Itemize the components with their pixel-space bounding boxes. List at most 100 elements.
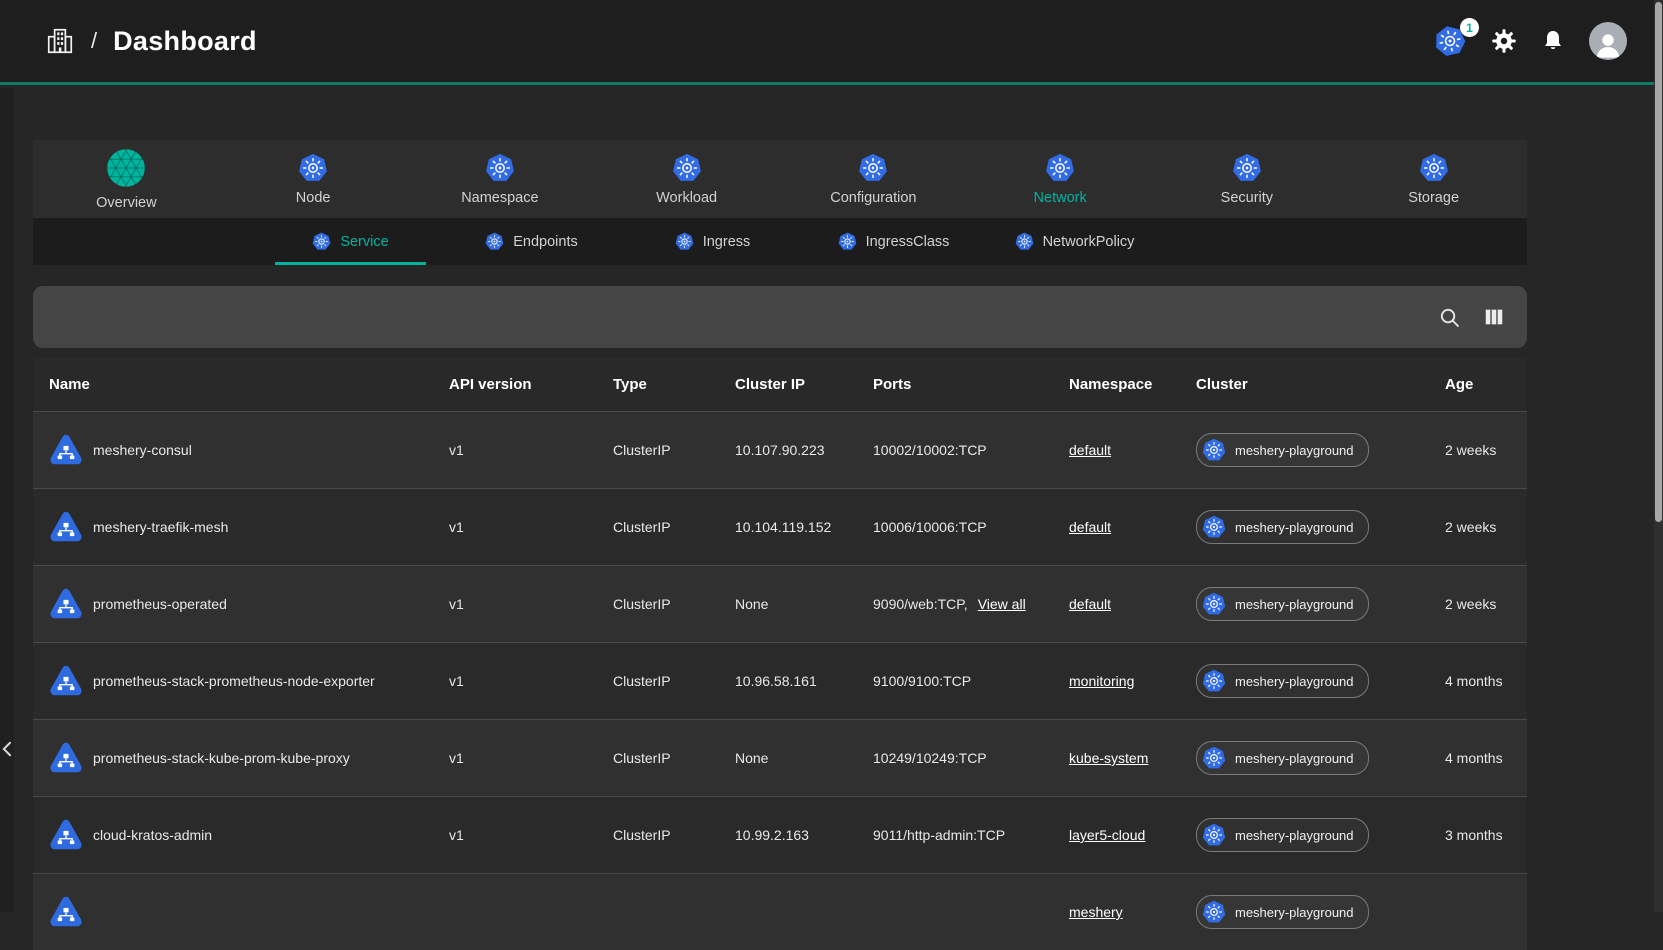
namespace-link[interactable]: monitoring	[1069, 673, 1134, 689]
namespace-link[interactable]: default	[1069, 442, 1111, 458]
tab-security[interactable]: Security	[1154, 140, 1341, 218]
table-row[interactable]: prometheus-operated v1 ClusterIP None 90…	[33, 565, 1527, 642]
cluster-chip[interactable]: meshery-playground	[1196, 818, 1369, 852]
kubernetes-context-icon[interactable]: 1	[1433, 24, 1467, 58]
gear-icon[interactable]	[1491, 28, 1517, 54]
ports-cell: 10002/10002:TCP	[857, 442, 1053, 458]
kubernetes-icon	[1045, 153, 1075, 183]
api-version-cell: v1	[433, 442, 597, 458]
age-cell: 2 weeks	[1429, 596, 1527, 612]
kubernetes-icon	[1202, 823, 1226, 847]
service-name: meshery-consul	[93, 442, 192, 458]
service-icon	[49, 510, 83, 544]
service-name: prometheus-stack-prometheus-node-exporte…	[93, 673, 375, 689]
kubernetes-icon	[1202, 900, 1226, 924]
chevron-left-icon[interactable]	[0, 736, 18, 762]
subtab-endpoints[interactable]: Endpoints	[441, 218, 622, 265]
subtab-label: Endpoints	[513, 234, 578, 250]
tab-label: Security	[1221, 190, 1273, 206]
building-icon[interactable]	[45, 26, 75, 56]
column-header[interactable]: Cluster IP	[719, 376, 857, 393]
namespace-link[interactable]: layer5-cloud	[1069, 827, 1145, 843]
kubernetes-icon	[312, 232, 331, 251]
kubernetes-icon	[1015, 232, 1034, 251]
subtab-service[interactable]: Service	[260, 218, 441, 265]
subtab-ingress[interactable]: Ingress	[622, 218, 803, 265]
column-header[interactable]: Namespace	[1053, 376, 1180, 393]
tab-label: Network	[1034, 190, 1087, 206]
kubernetes-icon	[1202, 592, 1226, 616]
service-name: cloud-kratos-admin	[93, 827, 212, 843]
api-version-cell: v1	[433, 750, 597, 766]
age-cell: 2 weeks	[1429, 442, 1527, 458]
context-count-badge: 1	[1460, 18, 1479, 37]
api-version-cell: v1	[433, 673, 597, 689]
tab-storage[interactable]: Storage	[1340, 140, 1527, 218]
view-columns-icon[interactable]	[1483, 306, 1505, 328]
type-cell: ClusterIP	[597, 596, 719, 612]
scrollbar[interactable]	[1654, 0, 1663, 912]
bell-icon[interactable]	[1541, 29, 1565, 53]
age-cell: 4 months	[1429, 750, 1527, 766]
namespace-link[interactable]: default	[1069, 596, 1111, 612]
cluster-chip[interactable]: meshery-playground	[1196, 510, 1369, 544]
tab-workload[interactable]: Workload	[593, 140, 780, 218]
kubernetes-icon	[675, 232, 694, 251]
subtab-networkpolicy[interactable]: NetworkPolicy	[984, 218, 1165, 265]
table-row[interactable]: meshery-consul v1 ClusterIP 10.107.90.22…	[33, 411, 1527, 488]
network-subtabs: Service Endpoints Ingress IngressClass N…	[33, 218, 1527, 265]
kubernetes-icon	[1202, 746, 1226, 770]
namespace-link[interactable]: kube-system	[1069, 750, 1148, 766]
tab-node[interactable]: Node	[220, 140, 407, 218]
ports-cell: 9090/web:TCP,View all	[857, 596, 1053, 612]
service-name: prometheus-operated	[93, 596, 227, 612]
ports-cell: 9011/http-admin:TCP	[857, 827, 1053, 843]
cluster-chip[interactable]: meshery-playground	[1196, 741, 1369, 775]
subtab-label: NetworkPolicy	[1043, 234, 1135, 250]
ports-cell: 10249/10249:TCP	[857, 750, 1053, 766]
table-toolbar	[33, 286, 1527, 348]
column-header[interactable]: Name	[33, 376, 433, 393]
kubernetes-icon	[1202, 669, 1226, 693]
cluster-chip[interactable]: meshery-playground	[1196, 587, 1369, 621]
api-version-cell: v1	[433, 519, 597, 535]
namespace-link[interactable]: default	[1069, 519, 1111, 535]
column-header[interactable]: Type	[597, 376, 719, 393]
column-header[interactable]: Ports	[857, 376, 1053, 393]
search-icon[interactable]	[1438, 306, 1461, 329]
column-header[interactable]: Cluster	[1180, 376, 1429, 393]
table-row[interactable]: prometheus-stack-kube-prom-kube-proxy v1…	[33, 719, 1527, 796]
kubernetes-icon	[485, 232, 504, 251]
column-header[interactable]: Age	[1429, 376, 1527, 393]
service-icon	[49, 741, 83, 775]
view-all-link[interactable]: View all	[978, 596, 1026, 612]
age-cell: 3 months	[1429, 827, 1527, 843]
tab-namespace[interactable]: Namespace	[407, 140, 594, 218]
subtab-ingressclass[interactable]: IngressClass	[803, 218, 984, 265]
cluster-ip-cell: 10.107.90.223	[719, 442, 857, 458]
resource-tabs: Overview Node Namespace Workload Configu…	[33, 140, 1527, 218]
cluster-chip[interactable]: meshery-playground	[1196, 433, 1369, 467]
cluster-chip[interactable]: meshery-playground	[1196, 895, 1369, 929]
tab-label: Node	[296, 190, 331, 206]
tab-overview[interactable]: Overview	[33, 140, 220, 218]
cluster-chip[interactable]: meshery-playground	[1196, 664, 1369, 698]
type-cell: ClusterIP	[597, 750, 719, 766]
kubernetes-icon	[1202, 515, 1226, 539]
services-table: Name API version Type Cluster IP Ports N…	[33, 358, 1527, 950]
tab-label: Namespace	[461, 190, 538, 206]
table-row[interactable]: cloud-kratos-admin v1 ClusterIP 10.99.2.…	[33, 796, 1527, 873]
table-row[interactable]: prometheus-stack-prometheus-node-exporte…	[33, 642, 1527, 719]
user-avatar[interactable]	[1589, 22, 1627, 60]
table-header: Name API version Type Cluster IP Ports N…	[33, 358, 1527, 411]
scrollbar-thumb[interactable]	[1655, 2, 1662, 522]
namespace-link[interactable]: meshery	[1069, 904, 1123, 920]
tab-network[interactable]: Network	[967, 140, 1154, 218]
kubernetes-icon	[485, 153, 515, 183]
tab-configuration[interactable]: Configuration	[780, 140, 967, 218]
service-name: prometheus-stack-kube-prom-kube-proxy	[93, 750, 350, 766]
table-row[interactable]: meshery-traefik-mesh v1 ClusterIP 10.104…	[33, 488, 1527, 565]
service-icon	[49, 587, 83, 621]
type-cell: ClusterIP	[597, 519, 719, 535]
column-header[interactable]: API version	[433, 376, 597, 393]
